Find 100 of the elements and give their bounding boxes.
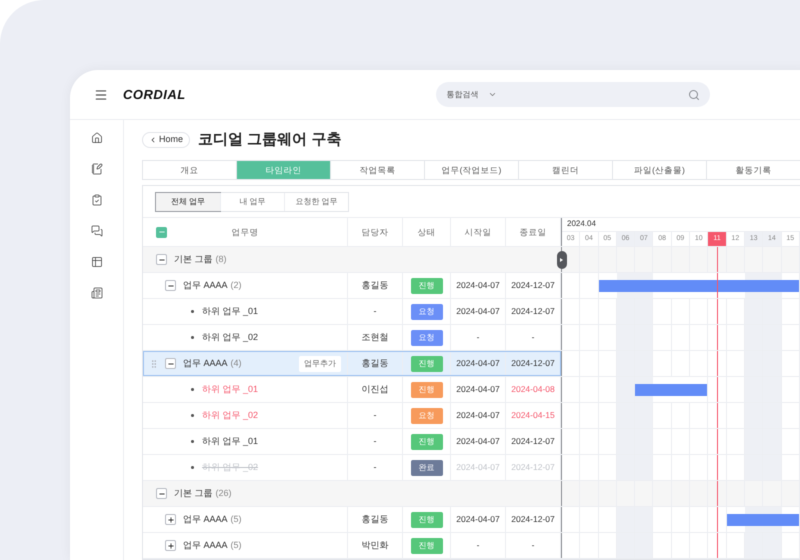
back-home-button[interactable]: Home [142, 132, 190, 148]
menu-icon[interactable] [94, 88, 108, 102]
plus-icon [166, 542, 174, 550]
add-task-button[interactable]: 업무추가 [299, 356, 341, 372]
status-tag: 요청 [410, 304, 442, 320]
bullet-icon [191, 414, 194, 417]
search-scope[interactable]: 통합검색 [446, 88, 479, 100]
table-icon[interactable] [90, 256, 102, 268]
status-tag: 요청 [410, 330, 442, 346]
document-icon[interactable] [90, 287, 102, 299]
end-date: 2024-04-08 [511, 383, 555, 396]
start-date: 2024-04-07 [456, 409, 500, 422]
end-date: 2024-04-15 [511, 409, 555, 422]
chevron-left-icon [149, 136, 157, 144]
bullet-icon [191, 310, 194, 313]
end-date: 2024-12-07 [511, 357, 555, 370]
subtask-name[interactable]: 하위 업무 _01 [202, 304, 258, 318]
end-date: 2024-12-07 [511, 513, 555, 526]
status-tag: 진행 [410, 434, 442, 450]
bullet-icon [191, 388, 194, 391]
expand-toggle[interactable] [165, 514, 176, 525]
assignee-name: - [374, 434, 376, 448]
task-name[interactable]: 업무 AAAA [183, 538, 228, 552]
task-count: (2) [230, 278, 242, 292]
assignee-name: 조현철 [362, 330, 388, 344]
status-tag: 요청 [410, 408, 442, 424]
task-name[interactable]: 업무 AAAA [183, 278, 228, 292]
selected-task-row[interactable]: 업무 AAAA (4) 업무추가 홍길동 진행 2024-04-07 2024-12-07 [143, 351, 561, 376]
collapse-toggle[interactable] [156, 254, 167, 265]
task-name[interactable]: 업무 AAAA [183, 356, 228, 370]
status-tag: 진행 [410, 538, 442, 554]
bullet-icon [191, 466, 194, 469]
status-tag: 진행 [410, 278, 442, 294]
collapse-toggle[interactable] [165, 358, 176, 369]
end-date: 2024-12-07 [511, 279, 555, 292]
end-date: - [532, 539, 534, 552]
task-count: (4) [230, 356, 242, 370]
group-count: (26) [216, 486, 232, 500]
group-name[interactable]: 기본 그룹 [174, 252, 213, 266]
start-date: - [476, 331, 480, 344]
drag-handle-icon[interactable] [149, 358, 159, 368]
bullet-icon [191, 440, 194, 443]
collapse-toggle[interactable] [156, 488, 167, 499]
end-date: 2024-12-07 [511, 461, 555, 474]
gantt-bar-cell[interactable] [782, 273, 800, 298]
end-date: 2024-12-07 [511, 305, 555, 318]
gantt-bar-cell[interactable] [598, 273, 617, 298]
status-tag: 진행 [410, 382, 442, 398]
assignee-name: - [374, 460, 376, 474]
group-count: (8) [216, 252, 227, 266]
subtask-name[interactable]: 하위 업무 _02 [202, 330, 258, 344]
start-date: - [476, 539, 480, 552]
start-date: 2024-04-07 [456, 305, 500, 318]
column-header: 상태 [418, 226, 436, 238]
start-date: 2024-04-07 [456, 513, 500, 526]
end-date: 2024-12-07 [511, 435, 555, 448]
column-header: 담당자 [362, 226, 388, 238]
assignee-name: 홍길동 [362, 356, 388, 370]
status-tag: 완료 [410, 460, 442, 476]
column-header: 종료일 [520, 226, 546, 238]
start-date: 2024-04-07 [456, 435, 500, 448]
column-header: 시작일 [464, 226, 492, 238]
page-title: 코디얼 그룹웨어 구축 [198, 130, 342, 150]
assignee-name: - [374, 408, 376, 422]
start-date: 2024-04-07 [456, 279, 500, 292]
assignee-name: 홍길동 [362, 512, 388, 526]
status-tag: 진행 [410, 512, 442, 528]
group-name[interactable]: 기본 그룹 [174, 486, 213, 500]
plus-icon [166, 516, 174, 524]
gantt-bar-cell[interactable] [782, 507, 800, 532]
bullet-icon [191, 336, 194, 339]
logo[interactable]: CORDIAL [123, 84, 186, 104]
task-count: (5) [230, 538, 242, 552]
month-label: 2024.04 [567, 218, 596, 230]
collapse-toggle[interactable] [165, 280, 176, 291]
expand-toggle[interactable] [165, 540, 176, 551]
search-icon[interactable] [688, 88, 700, 100]
select-all-checkbox[interactable] [156, 226, 167, 238]
chat-icon[interactable] [90, 225, 102, 237]
task-count: (5) [230, 512, 242, 526]
end-date: - [532, 331, 534, 344]
subtask-name[interactable]: 하위 업무 _01 [202, 434, 258, 448]
task-name[interactable]: 업무 AAAA [183, 512, 228, 526]
chevron-down-icon[interactable] [488, 90, 497, 99]
start-date: 2024-04-07 [456, 357, 500, 370]
gantt-bar-cell[interactable] [690, 377, 708, 402]
filter-tab[interactable]: 전체 업무 [156, 192, 220, 210]
start-date: 2024-04-07 [456, 461, 500, 474]
clipboard-check-icon[interactable] [90, 194, 102, 206]
assignee-name: - [374, 304, 376, 318]
column-header: 업무명 [230, 226, 260, 238]
assignee-name: 이진섭 [362, 382, 388, 396]
assignee-name: 박민화 [362, 538, 388, 552]
assignee-name: 홍길동 [362, 278, 388, 292]
start-date: 2024-04-07 [456, 383, 500, 396]
home-icon[interactable] [90, 132, 102, 144]
notebook-icon[interactable] [90, 163, 102, 175]
gantt-bar-cell[interactable] [726, 507, 745, 532]
search-field[interactable]: 통합검색 [436, 82, 710, 107]
status-tag: 진행 [410, 356, 442, 372]
